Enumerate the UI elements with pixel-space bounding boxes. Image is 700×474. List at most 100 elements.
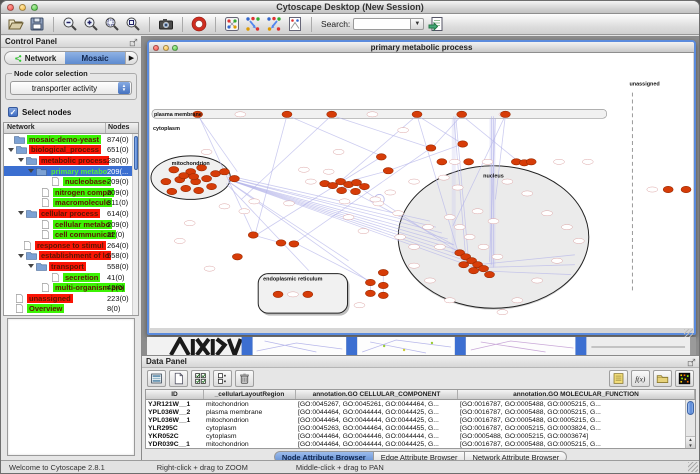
tree-column-network[interactable]: Network	[4, 123, 106, 133]
network-node[interactable]	[207, 183, 217, 189]
network-node[interactable]	[179, 172, 189, 178]
network-node[interactable]	[426, 145, 436, 151]
import-attributes-file-icon[interactable]	[653, 370, 672, 387]
layout-icon[interactable]	[244, 15, 262, 33]
network-node[interactable]	[211, 171, 221, 177]
search-dropdown-button[interactable]: ▼	[411, 18, 424, 30]
network-node[interactable]	[365, 279, 375, 285]
tree-item-secretion[interactable]: secretion41(0)	[4, 272, 138, 283]
tab-network[interactable]: Network	[5, 52, 65, 64]
network-node[interactable]	[359, 183, 369, 189]
tree-item-overview[interactable]: Overview8(0)	[4, 304, 138, 315]
table-row[interactable]: YDR039C__1mitochondrion[GO:0044464, GO:0…	[146, 440, 695, 448]
inner-minimize-icon[interactable]	[163, 45, 169, 51]
tree-item-primary-metabo[interactable]: primary metabo209(...	[4, 166, 138, 177]
network-node[interactable]	[194, 187, 204, 193]
network-window-titlebar[interactable]: primary metabolic process	[149, 42, 694, 53]
attribute-matrix-icon[interactable]	[675, 370, 694, 387]
network-edge[interactable]	[287, 115, 381, 156]
network-node[interactable]	[378, 292, 388, 298]
network-node[interactable]	[289, 241, 299, 247]
zoom-out-icon[interactable]	[61, 15, 79, 33]
network-view-window[interactable]: primary metabolic process plasma membran…	[147, 40, 696, 335]
network-node[interactable]	[202, 175, 212, 181]
network-node[interactable]	[464, 159, 474, 165]
network-node[interactable]	[229, 175, 239, 181]
close-window-icon[interactable]	[7, 4, 14, 11]
network-node[interactable]	[219, 169, 229, 175]
delete-attribute-icon[interactable]	[235, 370, 254, 387]
minimize-window-icon[interactable]	[19, 4, 26, 11]
tree-scrollbar[interactable]	[132, 134, 138, 315]
network-edge[interactable]	[332, 115, 431, 148]
snapshot-icon[interactable]	[157, 15, 175, 33]
network-edge[interactable]	[388, 144, 462, 171]
network-node[interactable]	[161, 178, 171, 184]
network-node[interactable]	[458, 141, 468, 147]
network-node[interactable]	[378, 282, 388, 288]
expand-arrow-icon[interactable]	[18, 254, 24, 258]
vizmapper-icon[interactable]	[286, 15, 304, 33]
network-edge[interactable]	[255, 115, 287, 234]
tree-item-biological-process[interactable]: biological_process651(0)	[4, 145, 138, 156]
network-window-resize-grip[interactable]	[684, 329, 693, 337]
function-builder-icon[interactable]: f(x)	[631, 370, 650, 387]
network-node[interactable]	[365, 290, 375, 296]
tree-item-nitrogen-compo[interactable]: nitrogen compo209(0)	[4, 187, 138, 198]
network-node[interactable]	[469, 267, 479, 273]
column-header-id[interactable]: ID	[146, 390, 204, 399]
network-node[interactable]	[337, 187, 347, 193]
network-node[interactable]	[303, 291, 313, 297]
node-color-dropdown[interactable]: transporter activity ▲▼	[10, 81, 132, 95]
network-node[interactable]	[412, 111, 422, 117]
network-node[interactable]	[378, 269, 388, 275]
tab-mosaic[interactable]: Mosaic	[65, 52, 125, 64]
new-attribute-icon[interactable]	[169, 370, 188, 387]
column-header--cellularlayoutregion[interactable]: _cellularLayoutRegion	[204, 390, 296, 399]
attribute-table-icon[interactable]	[147, 370, 166, 387]
float-panel-icon[interactable]	[129, 38, 138, 47]
search-input[interactable]	[353, 18, 411, 30]
float-data-panel-icon[interactable]	[687, 358, 696, 367]
network-edge[interactable]	[462, 115, 517, 160]
expand-arrow-icon[interactable]	[18, 158, 24, 162]
attribute-list-icon[interactable]	[609, 370, 628, 387]
network-node[interactable]	[273, 291, 283, 297]
title-bar[interactable]: Cytoscape Desktop (New Session)	[1, 1, 699, 14]
network-node[interactable]	[526, 159, 536, 165]
network-node[interactable]	[248, 232, 258, 238]
select-nodes-checkbox[interactable]: ✓	[8, 107, 18, 117]
tree-item-cellular-metabo[interactable]: cellular metabo209(0)	[4, 219, 138, 230]
zoom-selected-icon[interactable]	[103, 15, 121, 33]
network-canvas[interactable]: plasma membranecytoplasmmitochondrionnuc…	[150, 53, 693, 328]
window-resize-grip[interactable]	[688, 462, 698, 472]
network-node[interactable]	[459, 262, 469, 268]
table-scrollbar-thumb[interactable]	[687, 401, 694, 415]
table-row[interactable]: YPL036W__1mitochondrion[GO:0044464, GO:0…	[146, 416, 695, 424]
column-header-annotation-go-cellular-component[interactable]: annotation.GO CELLULAR_COMPONENT	[296, 390, 458, 399]
network-node[interactable]	[189, 173, 199, 179]
save-session-icon[interactable]	[28, 15, 46, 33]
network-node[interactable]	[167, 188, 177, 194]
zoom-in-icon[interactable]	[82, 15, 100, 33]
network-node[interactable]	[232, 254, 242, 260]
network-node[interactable]	[485, 271, 495, 277]
tree-item-cell-communicat[interactable]: cell communicat22(0)	[4, 229, 138, 240]
network-edge[interactable]	[228, 182, 370, 283]
network-node[interactable]	[437, 159, 447, 165]
network-overview-icon[interactable]	[223, 15, 241, 33]
table-row[interactable]: YLR295Ccytoplasm[GO:0045263, GO:0044464,…	[146, 424, 695, 432]
zoom-window-icon[interactable]	[31, 4, 38, 11]
table-scrollbar-arrows[interactable]: ▲▼	[686, 436, 695, 448]
tree-item-cellular-process[interactable]: cellular process614(0)	[4, 208, 138, 219]
network-node[interactable]	[681, 186, 691, 192]
traffic-lights[interactable]	[7, 4, 38, 11]
table-row[interactable]: YKR052Ccytoplasm[GO:0044464, GO:0044446,…	[146, 432, 695, 440]
network-node[interactable]	[383, 168, 393, 174]
tree-item-nucleobase-[interactable]: nucleobase-209(0)	[4, 176, 138, 187]
column-header-annotation-go-molecular-function[interactable]: annotation.GO MOLECULAR_FUNCTION	[458, 390, 695, 399]
expand-arrow-icon[interactable]	[18, 211, 24, 215]
inner-zoom-icon[interactable]	[172, 45, 178, 51]
tree-item-transport[interactable]: transport558(0)	[4, 261, 138, 272]
tree-item-response-to-stimul[interactable]: response to stimul264(0)	[4, 240, 138, 251]
